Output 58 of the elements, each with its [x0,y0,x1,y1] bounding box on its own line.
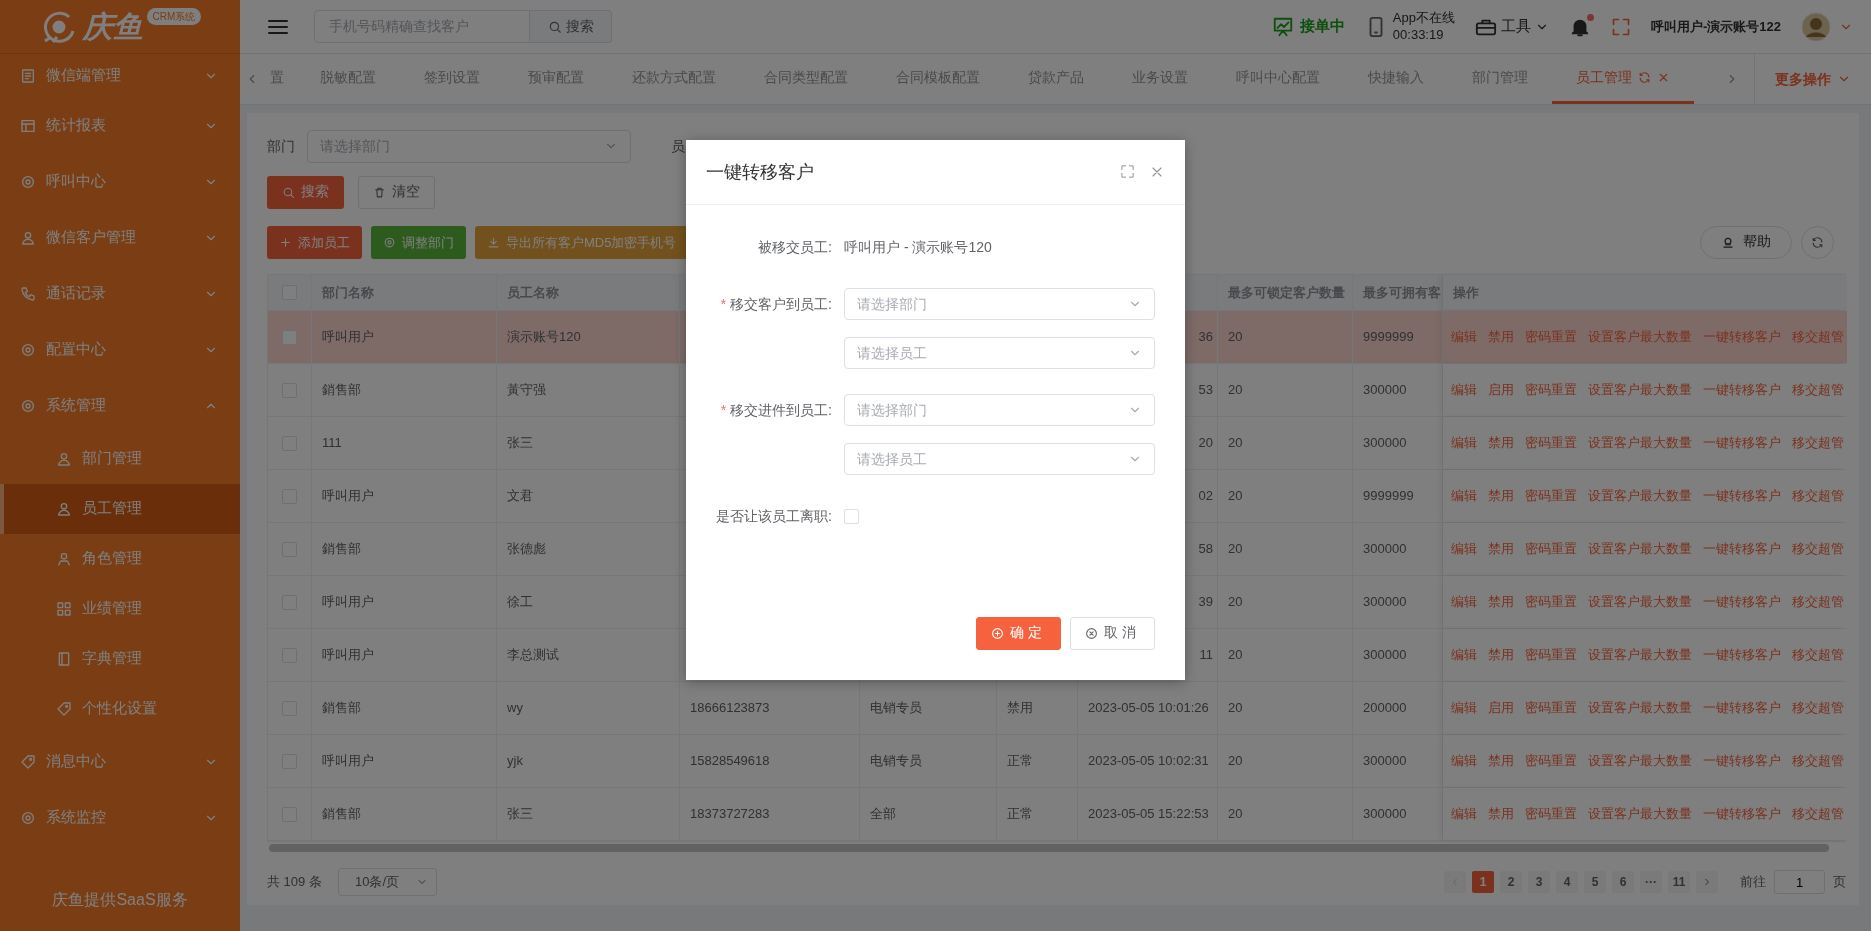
table-cell: 文君 [497,470,680,522]
table-cell: 呼叫用户 [312,735,497,787]
table-cell: 2023-05-05 10:01:26 [1078,682,1218,734]
table-cell: 禁用 [997,682,1078,734]
table-cell: 銷售部 [312,682,497,734]
table-cell: 电销专员 [860,682,997,734]
table-cell: 呼叫用户 [312,311,497,363]
table-cell: 銷售部 [312,364,497,416]
table-cell: wy [497,682,680,734]
table-cell: 20 [1218,364,1353,416]
logo-text: 庆鱼 [82,11,143,42]
table-cell: 18666123873 [680,682,860,734]
timer-text: 00:33:19 [1392,26,1445,43]
form-value: 呼叫用户 - 演示账号120 [844,238,992,257]
form-label: * 移交客户到员工: [719,295,832,314]
filter-label: 员 [671,136,685,156]
table-cell: 正常 [997,735,1078,787]
table-cell: 电销专员 [860,735,997,787]
table-cell: 18373727283 [680,788,860,840]
table-cell: 呼叫用户 [312,629,497,681]
table-cell: 15828549618 [680,735,860,787]
table-cell: 111 [312,417,497,469]
table-cell: 呼叫用户 [312,576,497,628]
table-cell: 銷售部 [312,788,497,840]
table-cell: 20 [1218,682,1353,734]
table-cell: 20 [1218,788,1353,840]
table-cell: 徐工 [497,576,680,628]
form-label: 是否让该员工离职: [715,507,832,526]
table-cell: 全部 [860,788,997,840]
app-status-text: App不在线 [1392,10,1455,27]
table-cell: 张三 [497,417,680,469]
table-cell: yjk [497,735,680,787]
table-cell: 张三 [497,788,680,840]
table-cell: 演示账号120 [497,311,680,363]
table-cell: 正常 [997,788,1078,840]
page-suffix: 页 [1833,873,1846,892]
form-label: * 移交进件到员工: [719,401,832,420]
table-cell: 20 [1218,735,1353,787]
table-cell: 黃守强 [497,364,680,416]
table-cell: 李总测试 [497,629,680,681]
table-cell: 20 [1218,576,1353,628]
table-cell: 2023-05-05 10:02:31 [1078,735,1218,787]
total-count: 共 109 条 [267,873,322,892]
sidebar-footer-text: 庆鱼提供SaaS服务 [51,890,189,910]
table-cell: 20 [1218,417,1353,469]
dialog-title: 一键转移客户 [706,160,814,184]
logo-badge: CRM系统 [146,8,202,25]
table-cell: 2023-05-05 15:22:53 [1078,788,1218,840]
table-cell: 20 [1218,629,1353,681]
form-label: 被移交员工: [757,238,832,257]
table-cell: 20 [1218,523,1353,575]
filter-label: 部门 [267,136,295,156]
table-cell: 呼叫用户 [312,470,497,522]
table-cell: 20 [1218,470,1353,522]
goto-label: 前往 [1740,873,1766,892]
table-cell: 20 [1218,311,1353,363]
table-cell: 张德彪 [497,523,680,575]
table-cell: 銷售部 [312,523,497,575]
